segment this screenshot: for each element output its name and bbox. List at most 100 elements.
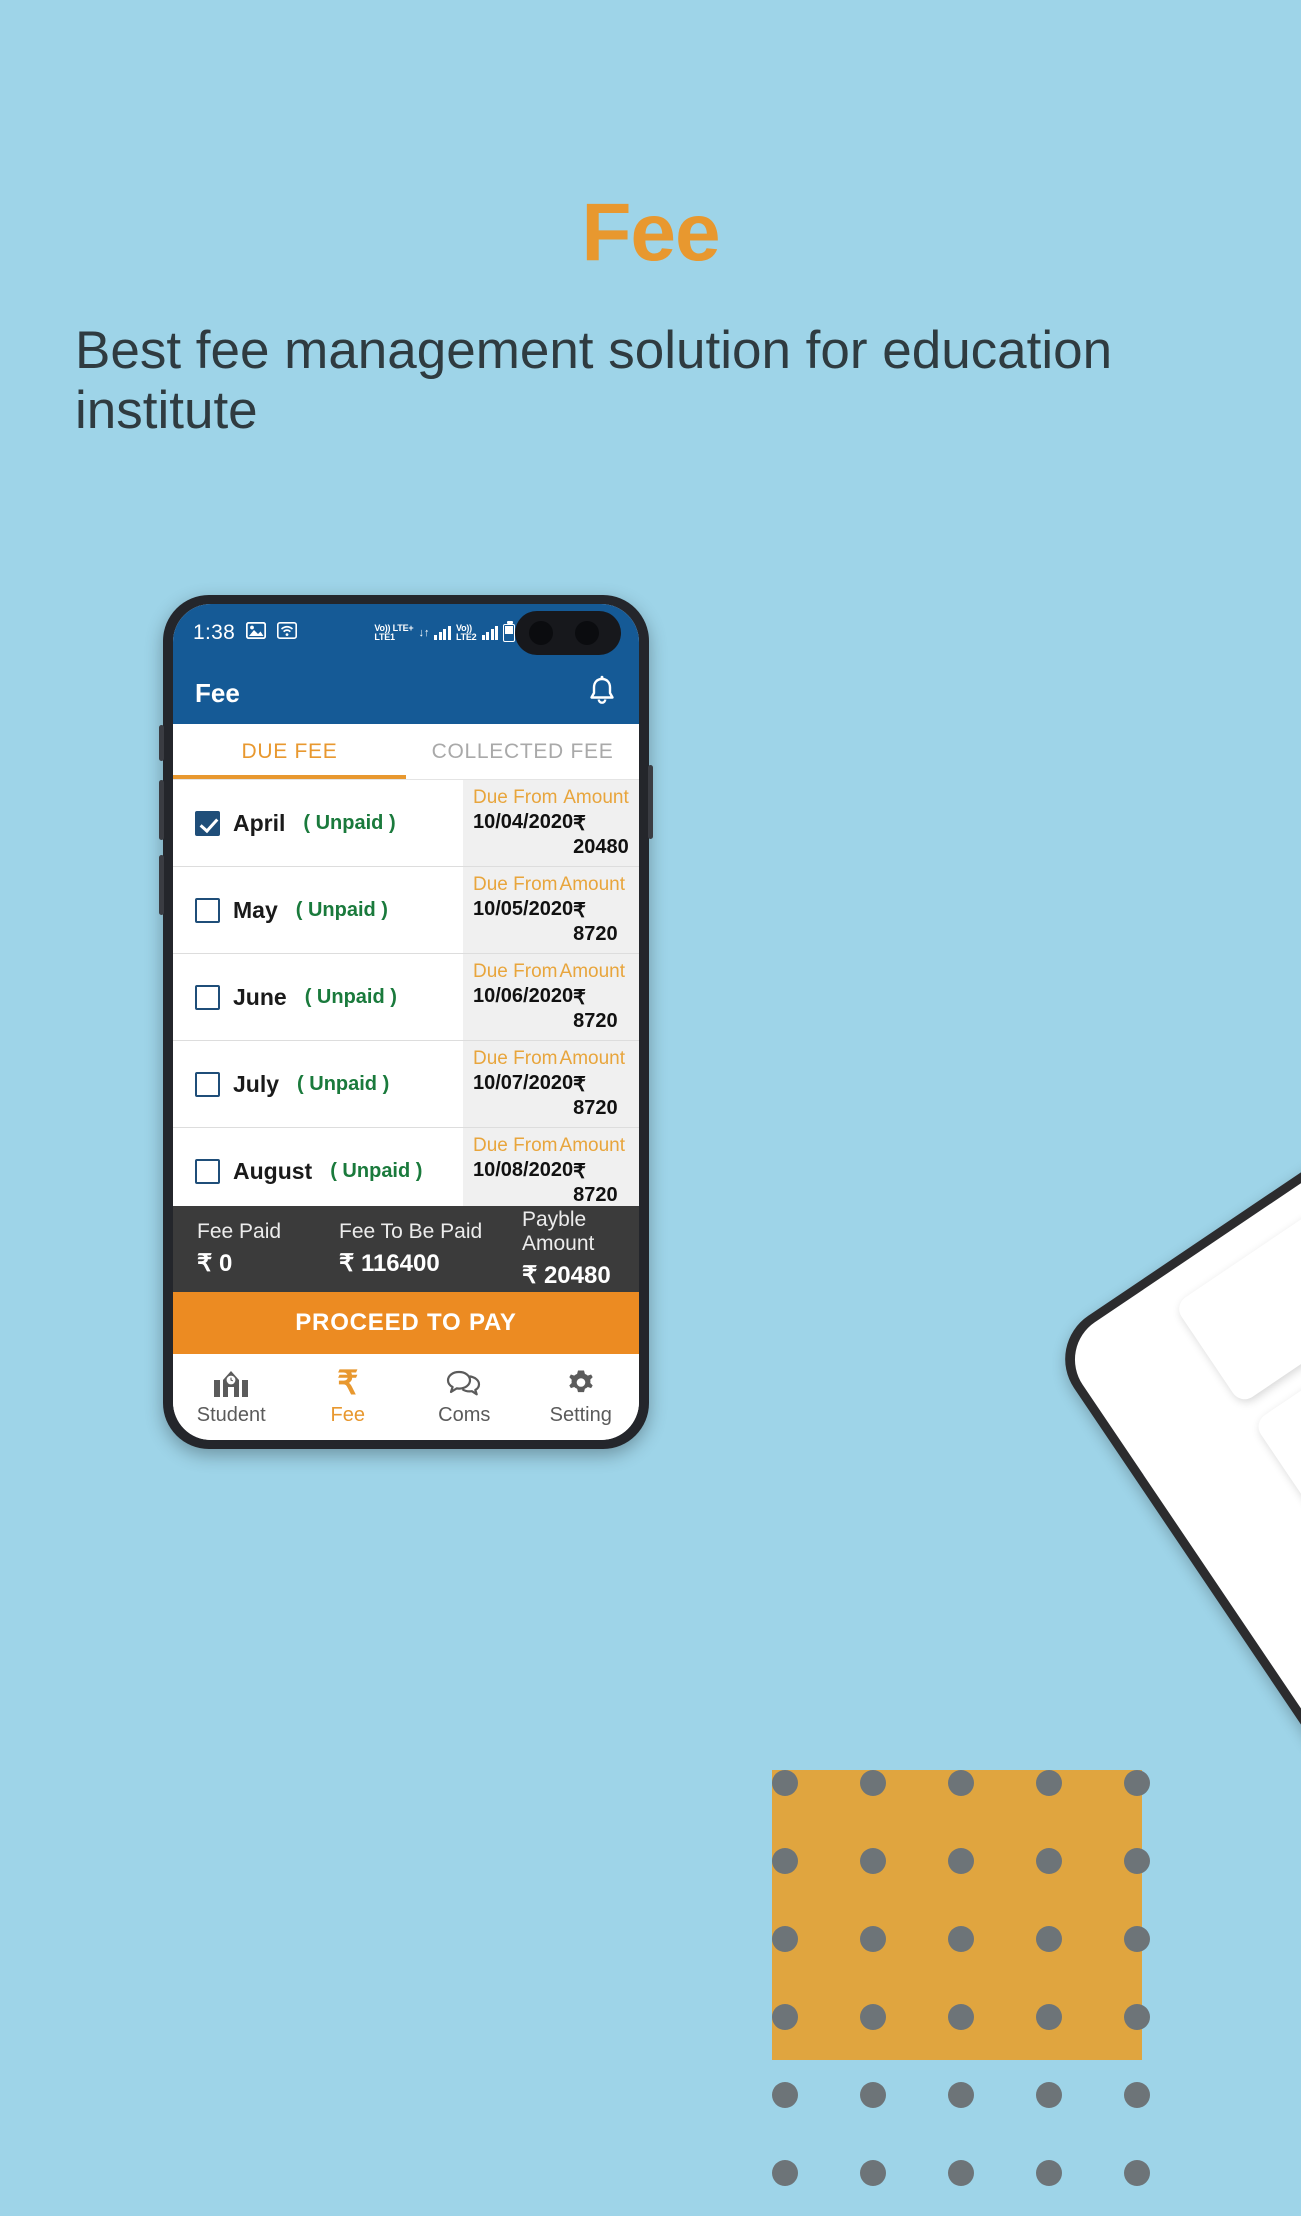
decorative-dot [948, 1770, 974, 1796]
decorative-dot [948, 1848, 974, 1874]
nav-item-coms[interactable]: Coms [406, 1367, 523, 1427]
status-bar-left: 1:38 [193, 621, 298, 645]
nav-item-setting[interactable]: Setting [523, 1367, 640, 1427]
bell-icon[interactable] [587, 675, 617, 712]
decorative-dot [1124, 2004, 1150, 2030]
decorative-dot [1124, 2160, 1150, 2186]
decorative-dot [772, 1926, 798, 1952]
amount-value: ₹ 8720 [573, 900, 618, 945]
decorative-dot [860, 2004, 886, 2030]
decorative-dot [860, 1848, 886, 1874]
fee-row-month-cell[interactable]: May ( Unpaid ) [173, 867, 463, 953]
due-from-value: 10/06/2020 [473, 985, 574, 1007]
fee-row-detail-cell: Due From Amount 10/04/2020 ₹ 20480 [463, 780, 639, 866]
fee-row-checkbox[interactable] [195, 984, 220, 1010]
tab-active-indicator [173, 775, 406, 779]
fee-row-month-cell[interactable]: April ( Unpaid ) [173, 780, 463, 866]
phone-button-volume-down [159, 855, 164, 915]
due-from-header: Due From [473, 874, 558, 895]
phone-button-volume-up [159, 780, 164, 840]
due-from-header: Due From [473, 1135, 558, 1156]
fee-row-month: April [233, 809, 286, 836]
fee-row[interactable]: June ( Unpaid ) Due From Amount 10/06/2020 ₹ … [173, 954, 639, 1041]
phone-button-power [648, 765, 653, 839]
due-from-value: 10/07/2020 [473, 1072, 574, 1094]
fee-row[interactable]: July ( Unpaid ) Due From Amount 10/07/2020 ₹ … [173, 1041, 639, 1128]
fee-row-status: ( Unpaid ) [330, 1159, 423, 1182]
secondary-card-1 [1173, 1165, 1301, 1405]
fee-row-checkbox[interactable] [195, 897, 220, 923]
phone-screen: 1:38 Vo)) LTE+ LTE1 ↓↑ Vo)) LTE2 Fee DUE… [173, 604, 639, 1440]
due-from-header: Due From [473, 787, 558, 808]
decorative-dot [948, 2160, 974, 2186]
amount-value: ₹ 8720 [573, 1074, 618, 1119]
decorative-dot [1036, 1848, 1062, 1874]
fee-row-month-cell[interactable]: June ( Unpaid ) [173, 954, 463, 1040]
fee-row-checkbox[interactable] [195, 810, 220, 836]
proceed-to-pay-button[interactable]: PROCEED TO PAY [173, 1292, 639, 1354]
decorative-dot [860, 2160, 886, 2186]
fee-row-status: ( Unpaid ) [297, 1072, 390, 1095]
chat-icon [447, 1370, 481, 1396]
due-from-header: Due From [473, 1048, 558, 1069]
summary-to-be-paid-value: ₹ 116400 [339, 1250, 440, 1277]
amount-header: Amount [559, 1048, 625, 1069]
decorative-dot [772, 2160, 798, 2186]
gear-icon [569, 1370, 593, 1393]
fee-row[interactable]: April ( Unpaid ) Due From Amount 10/04/2020 ₹… [173, 780, 639, 867]
fee-row-checkbox[interactable] [195, 1071, 220, 1097]
decorative-dot [860, 2082, 886, 2108]
decorative-dot [948, 2004, 974, 2030]
decorative-dot [1036, 1770, 1062, 1796]
summary-fee-paid-value: ₹ 0 [197, 1250, 233, 1277]
page-title: Fee [581, 187, 720, 278]
fee-row-month-cell[interactable]: July ( Unpaid ) [173, 1041, 463, 1127]
decorative-dot [948, 1926, 974, 1952]
signal-bars-icon-1 [434, 626, 451, 640]
sim1-label-bottom: LTE1 [374, 632, 395, 642]
fee-row-status: ( Unpaid ) [304, 985, 397, 1008]
decorative-dot [860, 1926, 886, 1952]
image-icon [245, 621, 267, 645]
phone-mockup: 1:38 Vo)) LTE+ LTE1 ↓↑ Vo)) LTE2 Fee DUE… [159, 595, 653, 1449]
amount-value: ₹ 8720 [573, 987, 618, 1032]
decorative-dot [772, 2082, 798, 2108]
amount-value: ₹ 20480 [573, 813, 629, 858]
fee-row[interactable]: May ( Unpaid ) Due From Amount 10/05/2020 ₹ 8… [173, 867, 639, 954]
fee-row-month: July [233, 1070, 280, 1097]
amount-value: ₹ 8720 [573, 1161, 618, 1206]
decorative-dot [1124, 1848, 1150, 1874]
battery-icon [503, 621, 515, 642]
decorative-dot [1124, 1770, 1150, 1796]
fee-row-status: ( Unpaid ) [303, 811, 396, 834]
nav-item-fee[interactable]: ₹ Fee [290, 1364, 407, 1427]
amount-header: Amount [559, 1135, 625, 1156]
nav-label-coms: Coms [438, 1404, 491, 1426]
fee-row-month-cell[interactable]: August ( Unpaid ) [173, 1128, 463, 1206]
fee-list[interactable]: April ( Unpaid ) Due From Amount 10/04/2020 ₹… [173, 780, 639, 1206]
fee-row-checkbox[interactable] [195, 1158, 220, 1184]
tab-due-fee[interactable]: DUE FEE [173, 724, 406, 779]
decorative-dot [860, 1770, 886, 1796]
wifi-icon [277, 621, 298, 645]
nav-item-student[interactable]: Student [173, 1367, 290, 1427]
data-arrows-icon: ↓↑ [418, 627, 430, 639]
tab-collected-fee[interactable]: COLLECTED FEE [406, 724, 639, 779]
phone-button-bixby [159, 725, 164, 761]
nav-label-setting: Setting [549, 1404, 612, 1426]
fee-row-detail-cell: Due From Amount 10/08/2020 ₹ 8720 [463, 1128, 639, 1206]
summary-to-be-paid-label: Fee To Be Paid [339, 1220, 483, 1243]
fee-row-detail-cell: Due From Amount 10/06/2020 ₹ 8720 [463, 954, 639, 1040]
decorative-dot [1036, 2004, 1062, 2030]
app-bar: Fee [173, 662, 639, 724]
due-from-header: Due From [473, 961, 558, 982]
fee-row-status: ( Unpaid ) [295, 898, 388, 921]
rupee-icon: ₹ [337, 1364, 359, 1401]
decorative-dot-grid [772, 1770, 1152, 2210]
fee-row-month: June [233, 983, 287, 1010]
fee-row-month: August [233, 1157, 313, 1184]
decorative-dot [948, 2082, 974, 2108]
fee-row[interactable]: August ( Unpaid ) Due From Amount 10/08/2020… [173, 1128, 639, 1206]
decorative-dot [1124, 1926, 1150, 1952]
amount-header: Amount [559, 961, 625, 982]
